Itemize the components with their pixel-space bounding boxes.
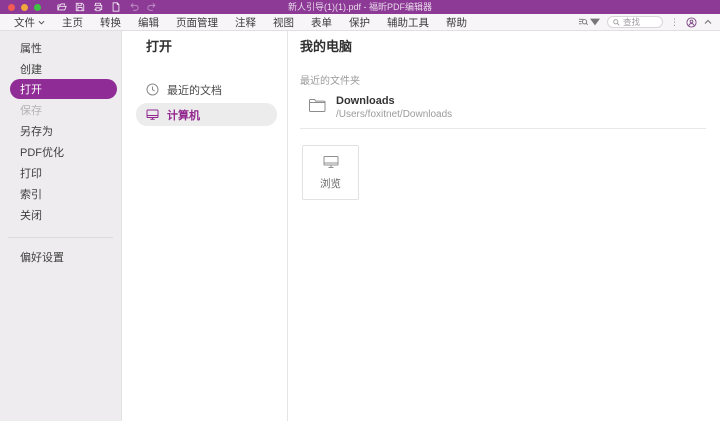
menu-comment[interactable]: 注释 bbox=[235, 15, 256, 30]
menu-bar: 文件 主页 转换 编辑 页面管理 注释 视图 表单 保护 辅助工具 帮助 ⋮ bbox=[0, 14, 720, 31]
open-item-label: 最近的文档 bbox=[167, 82, 222, 98]
open-locations-list: 最近的文档 计算机 bbox=[122, 78, 287, 126]
magnifier-icon bbox=[613, 19, 620, 26]
browse-label: 浏览 bbox=[320, 176, 341, 191]
browse-button[interactable]: 浏览 bbox=[302, 145, 359, 200]
sidebar-item-preferences[interactable]: 偏好设置 bbox=[0, 246, 121, 267]
open-item-label: 计算机 bbox=[167, 107, 200, 123]
menu-help[interactable]: 帮助 bbox=[446, 15, 467, 30]
chevron-down-icon bbox=[38, 20, 45, 25]
my-computer-panel: 我的电脑 最近的文件夹 Downloads /Users/foxitnet/Do… bbox=[288, 31, 720, 421]
computer-panel-title: 我的电脑 bbox=[300, 40, 706, 54]
open-panel-title: 打开 bbox=[122, 40, 287, 54]
chevron-up-icon[interactable] bbox=[704, 18, 712, 26]
find-search-field[interactable] bbox=[607, 16, 663, 28]
user-avatar-icon[interactable] bbox=[686, 17, 697, 28]
menu-edit[interactable]: 编辑 bbox=[138, 15, 159, 30]
new-document-icon[interactable] bbox=[111, 2, 121, 12]
menu-convert[interactable]: 转换 bbox=[100, 15, 121, 30]
menu-protect[interactable]: 保护 bbox=[349, 15, 370, 30]
open-item-recent-documents[interactable]: 最近的文档 bbox=[136, 78, 277, 101]
sidebar-divider bbox=[8, 237, 113, 238]
open-panel: 打开 最近的文档 计算机 bbox=[122, 31, 288, 421]
menu-file-label: 文件 bbox=[14, 15, 35, 30]
close-window-button[interactable] bbox=[8, 4, 15, 11]
menubar-right-tools: ⋮ bbox=[578, 16, 712, 28]
menu-view[interactable]: 视图 bbox=[273, 15, 294, 30]
menu-page-organize[interactable]: 页面管理 bbox=[176, 15, 218, 30]
folder-info: Downloads /Users/foxitnet/Downloads bbox=[336, 95, 452, 120]
folder-path: /Users/foxitnet/Downloads bbox=[336, 109, 452, 120]
sidebar-item-close[interactable]: 关闭 bbox=[0, 204, 121, 225]
clock-icon bbox=[146, 83, 159, 96]
sidebar-item-pdf-optimize[interactable]: PDF优化 bbox=[0, 141, 121, 162]
quick-access-toolbar bbox=[57, 2, 157, 12]
redo-icon bbox=[147, 2, 157, 12]
print-icon[interactable] bbox=[93, 2, 103, 12]
zoom-window-button[interactable] bbox=[34, 4, 41, 11]
sidebar-item-index[interactable]: 索引 bbox=[0, 183, 121, 204]
backstage-view: 属性 创建 打开 保存 另存为 PDF优化 打印 索引 关闭 偏好设置 打开 最… bbox=[0, 31, 720, 421]
sidebar-item-open[interactable]: 打开 bbox=[10, 79, 117, 99]
sidebar-item-save-as[interactable]: 另存为 bbox=[0, 120, 121, 141]
folder-name: Downloads bbox=[336, 95, 452, 107]
open-folder-icon[interactable] bbox=[57, 2, 67, 12]
menu-home[interactable]: 主页 bbox=[62, 15, 83, 30]
find-options-icon[interactable] bbox=[578, 17, 600, 27]
vertical-ellipsis-icon[interactable]: ⋮ bbox=[670, 18, 679, 27]
menu-file[interactable]: 文件 bbox=[14, 15, 45, 30]
traffic-lights bbox=[8, 4, 41, 11]
open-item-computer[interactable]: 计算机 bbox=[136, 103, 277, 126]
sidebar-item-properties[interactable]: 属性 bbox=[0, 37, 121, 58]
folder-icon bbox=[308, 97, 326, 113]
title-bar: 新人引导(1)(1).pdf - 福昕PDF编辑器 bbox=[0, 0, 720, 14]
file-menu-sidebar: 属性 创建 打开 保存 另存为 PDF优化 打印 索引 关闭 偏好设置 bbox=[0, 31, 122, 421]
menu-accessibility[interactable]: 辅助工具 bbox=[387, 15, 429, 30]
recent-folder-row-downloads[interactable]: Downloads /Users/foxitnet/Downloads bbox=[300, 93, 706, 129]
undo-icon bbox=[129, 2, 139, 12]
computer-icon bbox=[146, 108, 159, 121]
search-input[interactable] bbox=[623, 17, 657, 27]
sidebar-item-create[interactable]: 创建 bbox=[0, 58, 121, 79]
save-icon[interactable] bbox=[75, 2, 85, 12]
recent-folders-label: 最近的文件夹 bbox=[300, 72, 706, 87]
sidebar-item-save: 保存 bbox=[0, 99, 121, 120]
menu-items: 文件 主页 转换 编辑 页面管理 注释 视图 表单 保护 辅助工具 帮助 bbox=[14, 15, 467, 30]
menu-form[interactable]: 表单 bbox=[311, 15, 332, 30]
minimize-window-button[interactable] bbox=[21, 4, 28, 11]
monitor-icon bbox=[323, 155, 339, 169]
sidebar-item-print[interactable]: 打印 bbox=[0, 162, 121, 183]
